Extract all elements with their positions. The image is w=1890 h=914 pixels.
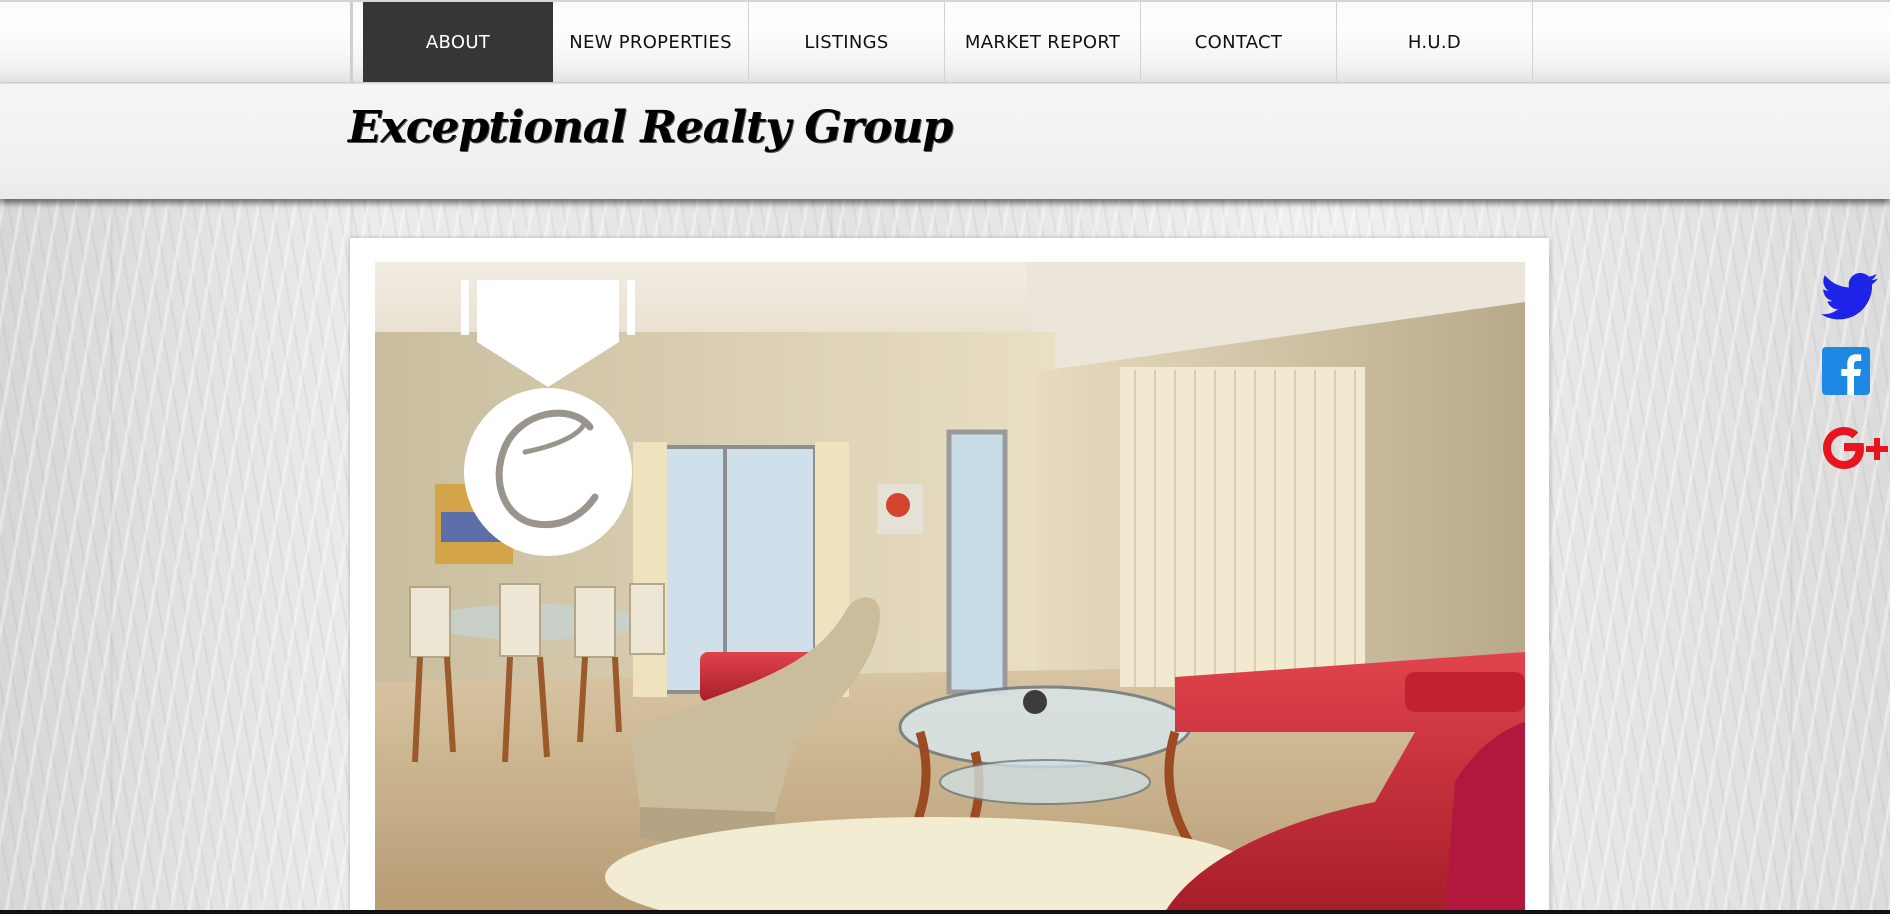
hero-image xyxy=(375,262,1525,912)
google-plus-icon[interactable] xyxy=(1820,422,1890,474)
site-title[interactable]: Exceptional Realty Group xyxy=(348,102,953,153)
medal-e-icon xyxy=(461,280,635,556)
nav-item-new-properties[interactable]: NEW PROPERTIES xyxy=(553,2,749,82)
main-nav: ABOUT NEW PROPERTIES LISTINGS MARKET REP… xyxy=(350,2,1533,82)
nav-item-listings[interactable]: LISTINGS xyxy=(749,2,945,82)
bottom-edge xyxy=(0,910,1890,914)
nav-item-about[interactable]: ABOUT xyxy=(363,2,553,82)
content-card xyxy=(350,238,1549,914)
twitter-icon[interactable] xyxy=(1820,270,1880,322)
top-navigation-bar: ABOUT NEW PROPERTIES LISTINGS MARKET REP… xyxy=(0,0,1890,82)
nav-item-hud[interactable]: H.U.D xyxy=(1337,2,1533,82)
site-header: Exceptional Realty Group xyxy=(0,82,1890,199)
nav-item-contact[interactable]: CONTACT xyxy=(1141,2,1337,82)
nav-item-market-report[interactable]: MARKET REPORT xyxy=(945,2,1141,82)
facebook-icon[interactable] xyxy=(1820,345,1872,397)
living-room-photo xyxy=(375,262,1525,912)
